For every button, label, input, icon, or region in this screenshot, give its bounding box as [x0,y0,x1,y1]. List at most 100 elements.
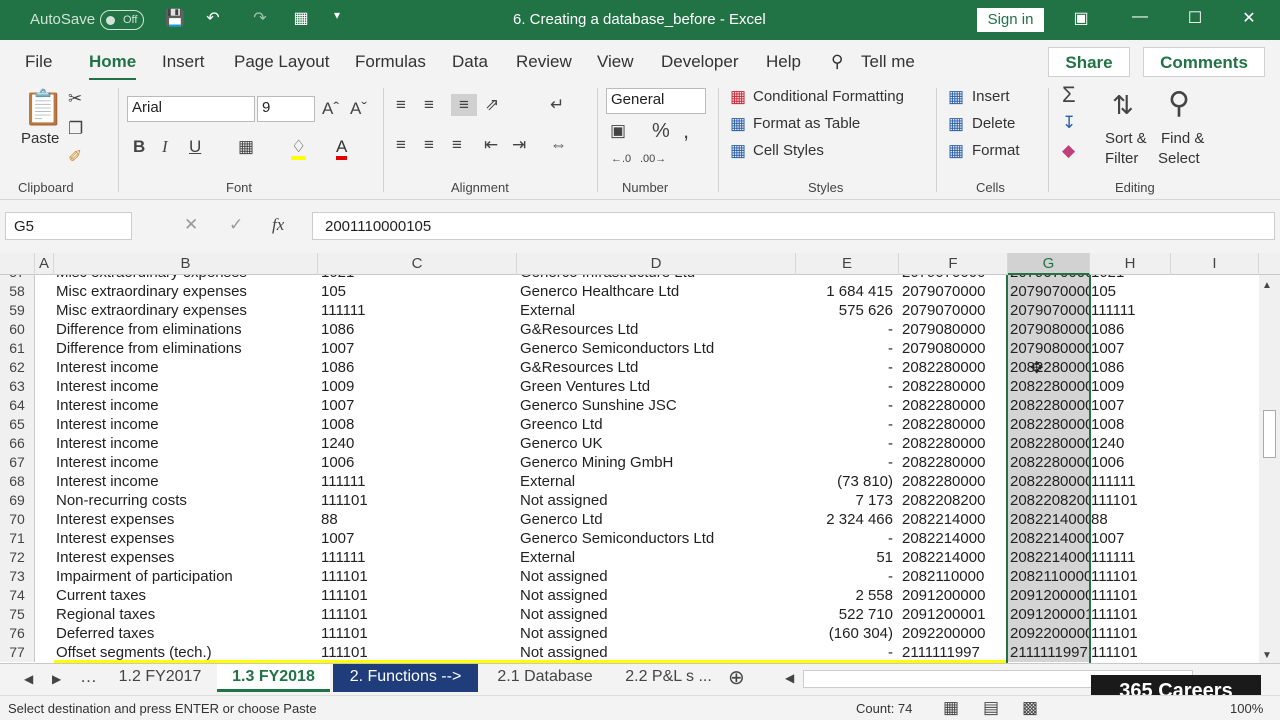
sign-in-button[interactable]: Sign in [977,8,1044,32]
cell-e[interactable]: 575 626 [798,301,893,320]
cell-b[interactable]: Difference from eliminations [56,339,316,358]
column-header-a[interactable]: A [35,253,54,275]
cell-e[interactable]: (160 304) [798,624,893,643]
cell-d[interactable]: Generco Healthcare Ltd [520,282,794,301]
row-header[interactable]: 70 [0,510,35,529]
cell-e[interactable]: - [798,358,893,377]
table-row[interactable]: 65 Interest income 1008 Greenco Ltd -2082280… [0,415,1259,434]
cell-b[interactable]: Misc extraordinary expenses [56,301,316,320]
cell-d[interactable]: G&Resources Ltd [520,320,794,339]
cell-e[interactable]: - [798,339,893,358]
cell-h[interactable]: 111101 [1091,643,1169,662]
format-cells-button[interactable]: Format [972,142,1020,159]
share-button[interactable]: Share [1048,47,1130,77]
tab-page-layout[interactable]: Page Layout [234,52,329,72]
cell-e[interactable]: (73 810) [798,472,893,491]
cell-g[interactable]: 2079070000 [1008,301,1090,320]
formula-input[interactable]: 2001110000105 [312,212,1275,240]
cell-h[interactable]: 1008 [1091,415,1169,434]
cell-d[interactable]: Not assigned [520,605,794,624]
cell-d[interactable]: Generco UK [520,434,794,453]
sheet-tab-active[interactable]: 1.3 FY2018 [217,664,330,692]
cell-e[interactable]: 1 684 415 [798,282,893,301]
cell-c[interactable]: 1021 [321,275,515,282]
table-row[interactable]: 61 Difference from eliminations 1007 Generc… [0,339,1259,358]
conditional-formatting-button[interactable]: Conditional Formatting [753,88,904,105]
cell-h[interactable]: 88 [1091,510,1169,529]
row-header[interactable]: 63 [0,377,35,396]
underline-button[interactable]: U [189,136,201,158]
cell-h[interactable]: 111101 [1091,567,1169,586]
cell-h[interactable]: 111101 [1091,586,1169,605]
cell-c[interactable]: 111101 [321,605,515,624]
cell-d[interactable]: G&Resources Ltd [520,358,794,377]
cell-b[interactable]: Non-recurring costs [56,491,316,510]
save-icon[interactable]: 💾 [160,8,190,28]
cell-g[interactable]: 2082214000 [1008,529,1090,548]
cell-e[interactable] [798,275,893,282]
table-row[interactable]: 70 Interest expenses 88 Generco Ltd 2 324 46… [0,510,1259,529]
sheet-tab[interactable]: 2.2 P&L s ... [611,664,726,692]
comma-style-icon[interactable]: , [683,120,689,142]
redo-icon[interactable]: ↷ [245,8,275,28]
cell-d[interactable]: Generco Ltd [520,510,794,529]
cell-b[interactable]: Interest income [56,453,316,472]
add-sheet-icon[interactable]: ⊕ [728,667,745,689]
cell-f[interactable]: 2082280000 [902,358,1006,377]
cell-h[interactable]: 111111 [1091,472,1169,491]
cell-f[interactable]: 2079070000 [902,275,1006,282]
cell-c[interactable]: 111101 [321,567,515,586]
format-as-table-button[interactable]: Format as Table [753,115,860,132]
column-header-g[interactable]: G [1008,253,1090,275]
table-row[interactable]: 62 Interest income 1086 G&Resources Ltd -208… [0,358,1259,377]
autosave-toggle[interactable]: Off [100,10,144,30]
cell-d[interactable]: Green Ventures Ltd [520,377,794,396]
align-center-icon[interactable]: ≡ [424,134,434,156]
borders-icon[interactable]: ▦ [238,136,254,158]
close-icon[interactable]: ✕ [1234,8,1264,28]
cell-g[interactable]: 2079070000 [1008,275,1090,282]
row-header[interactable]: 66 [0,434,35,453]
cell-styles-button[interactable]: Cell Styles [753,142,824,159]
cell-h[interactable]: 111111 [1091,301,1169,320]
row-header[interactable]: 60 [0,320,35,339]
cell-h[interactable]: 1009 [1091,377,1169,396]
cell-d[interactable]: Generco Sunshine JSC [520,396,794,415]
cell-h[interactable]: 1240 [1091,434,1169,453]
cell-b[interactable]: Impairment of participation [56,567,316,586]
increase-font-icon[interactable]: Aˆ [322,98,339,120]
decrease-font-icon[interactable]: Aˇ [350,98,367,120]
row-header[interactable]: 65 [0,415,35,434]
cell-b[interactable]: Interest expenses [56,548,316,567]
cell-c[interactable]: 111111 [321,301,515,320]
cut-icon[interactable]: ✂ [68,88,82,110]
cell-f[interactable]: 2079080000 [902,339,1006,358]
bold-button[interactable]: B [133,136,145,158]
row-header[interactable]: 68 [0,472,35,491]
cell-f[interactable]: 2092200000 [902,624,1006,643]
fill-icon[interactable]: ↧ [1062,112,1076,134]
cell-c[interactable]: 111101 [321,586,515,605]
cell-g[interactable]: 2082214000 [1008,548,1090,567]
cell-f[interactable]: 2082280000 [902,396,1006,415]
maximize-icon[interactable]: ☐ [1180,8,1210,28]
increase-indent-icon[interactable]: ⇥ [512,134,526,156]
row-header[interactable]: 73 [0,567,35,586]
cell-g[interactable]: 2079080000 [1008,339,1090,358]
table-row[interactable]: 63 Interest income 1009 Green Ventures Ltd -… [0,377,1259,396]
cell-e[interactable]: - [798,567,893,586]
italic-button[interactable]: I [162,136,168,158]
tab-developer[interactable]: Developer [661,52,739,72]
font-color-icon[interactable]: A [336,136,348,160]
cell-g[interactable]: 2079080000 [1008,320,1090,339]
cell-d[interactable]: Generco Mining GmbH [520,453,794,472]
cell-e[interactable]: 2 324 466 [798,510,893,529]
cell-f[interactable]: 2082214000 [902,510,1006,529]
undo-icon[interactable]: ↶ [198,8,228,28]
column-header-i[interactable]: I [1171,253,1259,275]
cell-f[interactable]: 2079070000 [902,282,1006,301]
align-bottom-icon[interactable]: ≡ [451,94,477,116]
table-row[interactable]: 57 Misc extraordinary expenses 1021 Generco… [0,275,1259,282]
table-row[interactable]: 67 Interest income 1006 Generco Mining GmbH… [0,453,1259,472]
cell-g[interactable]: 2082280000 [1008,434,1090,453]
